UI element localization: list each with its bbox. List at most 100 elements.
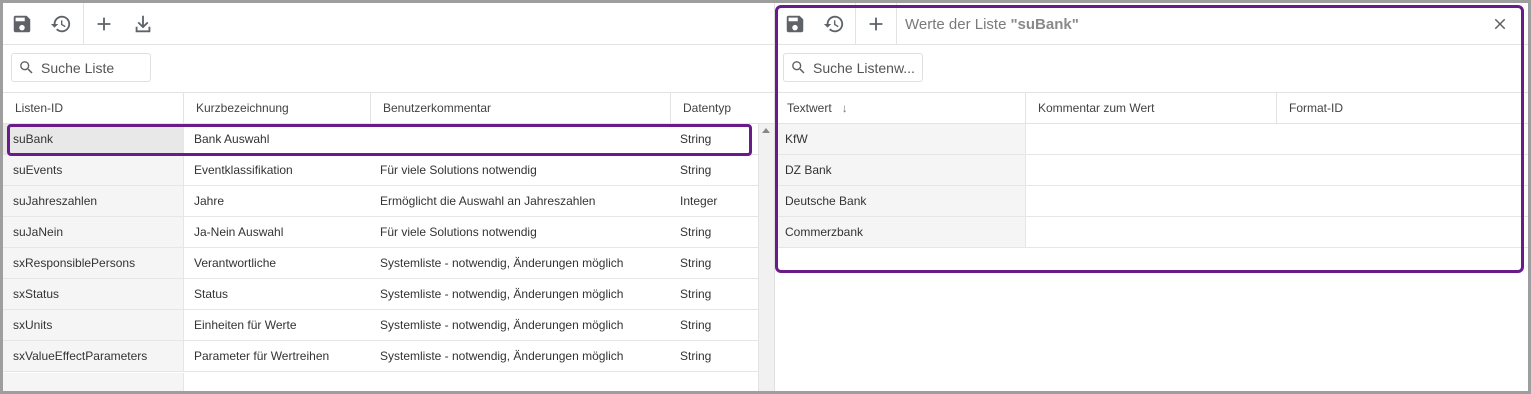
search-icon: [20, 61, 33, 74]
cell-datentyp: String: [680, 163, 712, 177]
column-header-benutzerkommentar[interactable]: Benutzerkommentar: [371, 93, 671, 123]
cell-benutzerkommentar: Systemliste - notwendig, Änderungen mögl…: [380, 349, 624, 363]
cell-benutzerkommentar: Für viele Solutions notwendig: [380, 163, 537, 177]
save-icon: [13, 15, 31, 33]
cell-listen-id: sxValueEffectParameters: [3, 341, 184, 371]
cell-datentyp: String: [680, 132, 712, 146]
cell-kurzbezeichnung: Bank Auswahl: [194, 132, 270, 146]
restore-values-button[interactable]: [815, 3, 853, 45]
table-row[interactable]: suJaNein Ja-Nein Auswahl Für viele Solut…: [3, 217, 758, 248]
download-button[interactable]: [124, 3, 162, 45]
close-button[interactable]: [1488, 12, 1512, 36]
add-value-button[interactable]: [857, 3, 895, 45]
cell-kommentar: [1026, 124, 1277, 154]
values-grid-header: Textwert ↓ Kommentar zum Wert Format-ID: [775, 92, 1528, 124]
add-button[interactable]: [85, 3, 123, 45]
column-header-textwert-label: Textwert: [787, 101, 832, 115]
cell-listen-id: suBank: [3, 124, 184, 154]
cell-listen-id: suJaNein: [3, 217, 184, 247]
cell-benutzerkommentar: Systemliste - notwendig, Änderungen mögl…: [380, 318, 624, 332]
values-search-input[interactable]: [813, 59, 922, 76]
save-button[interactable]: [3, 3, 41, 45]
cell-benutzerkommentar: Systemliste - notwendig, Änderungen mögl…: [380, 287, 624, 301]
toolbar-divider: [83, 3, 84, 45]
cell-format-id: [1277, 186, 1528, 216]
cell-datentyp: String: [680, 256, 712, 270]
cell-datentyp: String: [680, 349, 712, 363]
column-header-kommentar[interactable]: Kommentar zum Wert: [1026, 93, 1277, 123]
cell-kommentar: [1026, 155, 1277, 185]
list-scrollbar[interactable]: [758, 124, 774, 391]
cell-datentyp: String: [680, 225, 712, 239]
cell-format-id: [1277, 124, 1528, 154]
cell-kurzbezeichnung: Ja-Nein Auswahl: [194, 225, 284, 239]
cell-kommentar: [1026, 217, 1277, 247]
cell-textwert: DZ Bank: [775, 155, 1026, 185]
table-row[interactable]: DZ Bank: [775, 155, 1528, 186]
cell-listen-id: sxUnits: [3, 310, 184, 340]
list-values-pane: Werte der Liste "suBank" Textwert ↓ Komm…: [775, 3, 1528, 391]
values-toolbar: Werte der Liste "suBank": [775, 3, 1528, 45]
table-row[interactable]: suJahreszahlen Jahre Ermöglicht die Ausw…: [3, 186, 758, 217]
table-row[interactable]: sxUnits Einheiten für Werte Systemliste …: [3, 310, 758, 341]
cell-listen-id: suJahreszahlen: [3, 186, 184, 216]
column-header-textwert[interactable]: Textwert ↓: [775, 93, 1026, 123]
download-icon: [135, 15, 151, 33]
cell-kurzbezeichnung: Jahre: [194, 194, 225, 208]
cell-benutzerkommentar: Systemliste - notwendig, Änderungen mögl…: [380, 256, 624, 270]
table-row[interactable]: sxValueEffectParameters Parameter für We…: [3, 341, 758, 372]
list-empty-area: [3, 373, 184, 391]
cell-textwert: Commerzbank: [775, 217, 1026, 247]
cell-kurzbezeichnung: Parameter für Wertreihen: [194, 349, 330, 363]
values-title-prefix: Werte der Liste: [905, 15, 1007, 33]
list-grid-header: Listen-ID Kurzbezeichnung Benutzerkommen…: [3, 92, 774, 124]
cell-kommentar: [1026, 186, 1277, 216]
cell-listen-id: sxStatus: [3, 279, 184, 309]
table-row[interactable]: sxResponsiblePersons Verantwortliche Sys…: [3, 248, 758, 279]
plus-icon: [97, 17, 111, 31]
cell-listen-id: sxResponsiblePersons: [3, 248, 184, 278]
cell-kurzbezeichnung: Verantwortliche: [194, 256, 277, 270]
cell-listen-id: suEvents: [3, 155, 184, 185]
cell-format-id: [1277, 155, 1528, 185]
cell-datentyp: Integer: [680, 194, 718, 208]
table-row[interactable]: KfW: [775, 124, 1528, 155]
scroll-up-arrow-icon[interactable]: [762, 128, 770, 133]
table-row[interactable]: sxStatus Status Systemliste - notwendig,…: [3, 279, 758, 310]
save-values-button[interactable]: [776, 3, 814, 45]
column-header-format-id[interactable]: Format-ID: [1277, 93, 1528, 123]
cell-datentyp: String: [680, 318, 712, 332]
cell-datentyp: String: [680, 287, 712, 301]
column-header-listen-id[interactable]: Listen-ID: [3, 93, 184, 123]
toolbar-divider: [896, 3, 897, 45]
cell-textwert: KfW: [775, 124, 1026, 154]
restore-icon: [50, 15, 71, 33]
cell-benutzerkommentar: Für viele Solutions notwendig: [380, 225, 537, 239]
values-pane-title: Werte der Liste "suBank": [905, 3, 1079, 45]
toolbar-divider: [855, 3, 856, 45]
close-icon: [1494, 18, 1506, 30]
list-search-input[interactable]: [41, 59, 150, 76]
cell-benutzerkommentar: Ermöglicht die Auswahl an Jahreszahlen: [380, 194, 596, 208]
column-header-datentyp[interactable]: Datentyp: [671, 93, 774, 123]
values-search[interactable]: [783, 53, 923, 82]
cell-textwert: Deutsche Bank: [775, 186, 1026, 216]
values-title-list-name: "suBank": [1010, 15, 1079, 33]
table-row[interactable]: suBank Bank Auswahl String: [3, 124, 758, 155]
search-icon: [792, 61, 805, 74]
cell-benutzerkommentar: [370, 124, 670, 154]
table-row[interactable]: Commerzbank: [775, 217, 1528, 248]
restore-icon: [823, 15, 844, 33]
list-search[interactable]: [11, 53, 151, 82]
values-grid-body: KfW DZ Bank Deutsche Bank Commerzbank: [775, 124, 1528, 248]
list-pane: Listen-ID Kurzbezeichnung Benutzerkommen…: [3, 3, 774, 391]
cell-format-id: [1277, 217, 1528, 247]
plus-icon: [869, 17, 883, 31]
column-header-kurzbezeichnung[interactable]: Kurzbezeichnung: [184, 93, 371, 123]
sort-descending-icon[interactable]: ↓: [842, 101, 848, 115]
cell-kurzbezeichnung: Status: [194, 287, 229, 301]
table-row[interactable]: Deutsche Bank: [775, 186, 1528, 217]
restore-button[interactable]: [42, 3, 80, 45]
table-row[interactable]: suEvents Eventklassifikation Für viele S…: [3, 155, 758, 186]
cell-kurzbezeichnung: Eventklassifikation: [194, 163, 293, 177]
